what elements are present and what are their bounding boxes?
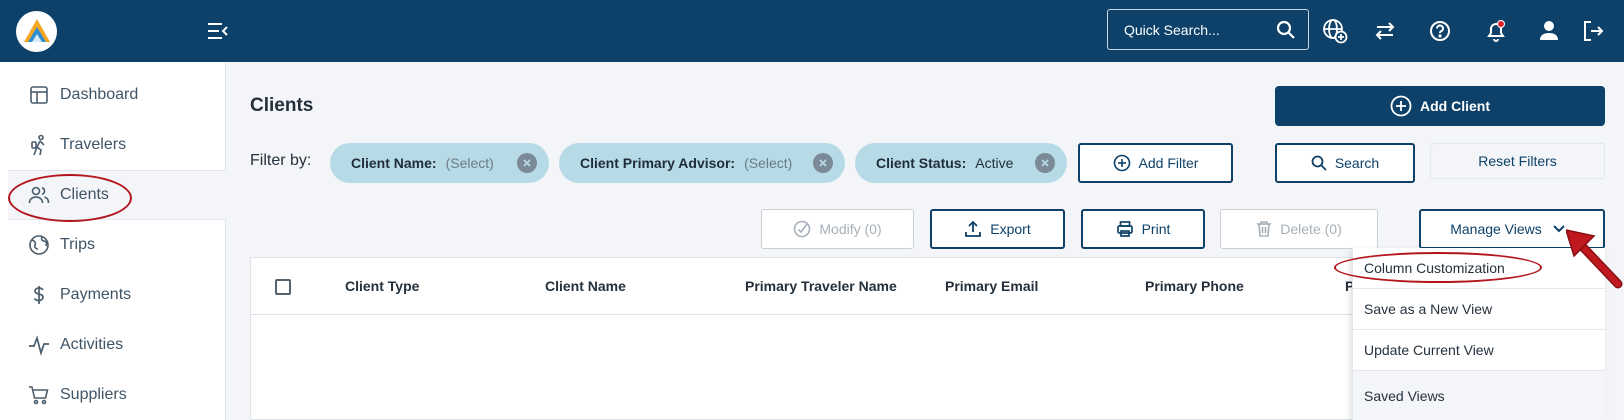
add-client-label: Add Client bbox=[1420, 98, 1490, 114]
manage-views-button[interactable]: Manage Views bbox=[1419, 209, 1605, 249]
top-bar: Quick Search... bbox=[0, 0, 1624, 62]
chip-label: Client Status: bbox=[876, 155, 967, 171]
delete-button[interactable]: Delete (0) bbox=[1220, 209, 1378, 249]
sidebar-item-label: Travelers bbox=[60, 136, 127, 153]
column-header-client-name[interactable]: Client Name bbox=[545, 278, 626, 294]
sidebar-item-payments[interactable]: Payments bbox=[8, 270, 226, 320]
plus-circle-icon bbox=[1390, 95, 1412, 117]
print-label: Print bbox=[1141, 221, 1171, 237]
column-header-primary-phone[interactable]: Primary Phone bbox=[1145, 278, 1244, 294]
menu-collapse-icon[interactable] bbox=[206, 20, 230, 42]
reset-filters-button[interactable]: Reset Filters bbox=[1430, 143, 1605, 179]
cart-icon bbox=[29, 386, 49, 405]
upload-icon bbox=[965, 220, 982, 237]
edit-check-icon bbox=[794, 220, 811, 238]
modify-button[interactable]: Modify (0) bbox=[761, 209, 914, 249]
close-icon[interactable] bbox=[517, 153, 537, 173]
traveler-icon bbox=[31, 134, 45, 156]
plus-circle-icon bbox=[1113, 154, 1130, 172]
sidebar-item-activities[interactable]: Activities bbox=[8, 320, 226, 370]
sidebar-item-label: Activities bbox=[60, 336, 124, 353]
delete-label: Delete (0) bbox=[1280, 221, 1342, 237]
export-label: Export bbox=[990, 221, 1031, 237]
search-label: Search bbox=[1334, 155, 1380, 171]
quick-search-input[interactable]: Quick Search... bbox=[1107, 9, 1309, 50]
sidebar-item-suppliers[interactable]: Suppliers bbox=[8, 370, 226, 420]
sidebar-item-label: Suppliers bbox=[60, 386, 127, 403]
filter-chip-client-name[interactable]: Client Name: (Select) bbox=[330, 143, 549, 183]
print-button[interactable]: Print bbox=[1081, 209, 1205, 249]
export-button[interactable]: Export bbox=[930, 209, 1065, 249]
column-header-primary-traveler-name[interactable]: Primary Traveler Name bbox=[745, 278, 897, 294]
add-filter-label: Add Filter bbox=[1138, 155, 1199, 171]
add-client-button[interactable]: Add Client bbox=[1275, 86, 1605, 126]
filter-label: Filter by: bbox=[250, 152, 312, 169]
trash-icon bbox=[1257, 221, 1272, 237]
filter-chip-client-status[interactable]: Client Status: Active bbox=[855, 143, 1067, 183]
sidebar-item-label: Dashboard bbox=[60, 86, 139, 103]
dashboard-icon bbox=[30, 86, 48, 104]
search-icon bbox=[1311, 155, 1327, 171]
logo[interactable] bbox=[16, 11, 57, 52]
sidebar-item-clients[interactable]: Clients bbox=[8, 170, 226, 220]
globe-plus-icon[interactable] bbox=[1322, 18, 1348, 44]
dollar-icon bbox=[33, 286, 44, 304]
chip-value: (Select) bbox=[744, 155, 793, 171]
close-icon[interactable] bbox=[1035, 153, 1055, 173]
chip-label: Client Name: bbox=[351, 155, 437, 171]
sidebar-item-label: Clients bbox=[60, 186, 109, 203]
chip-value: (Select) bbox=[445, 155, 494, 171]
column-header-client-type[interactable]: Client Type bbox=[345, 278, 419, 294]
sidebar: Dashboard Travelers Clients Trips Paymen… bbox=[0, 62, 226, 420]
bell-icon[interactable] bbox=[1483, 18, 1509, 44]
user-icon[interactable] bbox=[1536, 18, 1562, 44]
swap-icon[interactable] bbox=[1372, 18, 1398, 44]
modify-label: Modify (0) bbox=[819, 221, 882, 237]
pulse-icon bbox=[29, 335, 49, 356]
chip-label: Client Primary Advisor: bbox=[580, 155, 736, 171]
chip-value: Active bbox=[975, 155, 1014, 171]
menu-item-save-as-new-view[interactable]: Save as a New View bbox=[1353, 289, 1606, 330]
logout-icon[interactable] bbox=[1580, 18, 1606, 44]
sidebar-item-dashboard[interactable]: Dashboard bbox=[8, 70, 226, 120]
search-icon[interactable] bbox=[1276, 20, 1296, 40]
globe-icon bbox=[29, 235, 49, 255]
manage-views-label: Manage Views bbox=[1450, 221, 1542, 237]
chevron-down-icon bbox=[1553, 225, 1565, 233]
help-icon[interactable] bbox=[1427, 18, 1453, 44]
menu-item-column-customization[interactable]: Column Customization bbox=[1353, 248, 1606, 289]
quick-search-placeholder: Quick Search... bbox=[1124, 21, 1220, 38]
sidebar-item-trips[interactable]: Trips bbox=[8, 220, 226, 270]
sidebar-item-travelers[interactable]: Travelers bbox=[8, 120, 226, 170]
search-button[interactable]: Search bbox=[1275, 143, 1415, 183]
triangle-logo-icon bbox=[23, 18, 50, 42]
menu-item-saved-views[interactable]: Saved Views bbox=[1353, 371, 1606, 420]
sidebar-item-label: Trips bbox=[60, 236, 95, 253]
add-filter-button[interactable]: Add Filter bbox=[1078, 143, 1233, 183]
column-header-primary-email[interactable]: Primary Email bbox=[945, 278, 1038, 294]
menu-item-update-current-view[interactable]: Update Current View bbox=[1353, 330, 1606, 371]
page-title: Clients bbox=[250, 95, 314, 116]
printer-icon bbox=[1116, 221, 1133, 237]
close-icon[interactable] bbox=[813, 153, 833, 173]
sidebar-item-label: Payments bbox=[60, 286, 132, 303]
filter-chip-primary-advisor[interactable]: Client Primary Advisor: (Select) bbox=[559, 143, 845, 183]
manage-views-menu: Column Customization Save as a New View … bbox=[1352, 248, 1606, 420]
select-all-checkbox[interactable] bbox=[275, 279, 291, 295]
clients-icon bbox=[28, 186, 50, 204]
